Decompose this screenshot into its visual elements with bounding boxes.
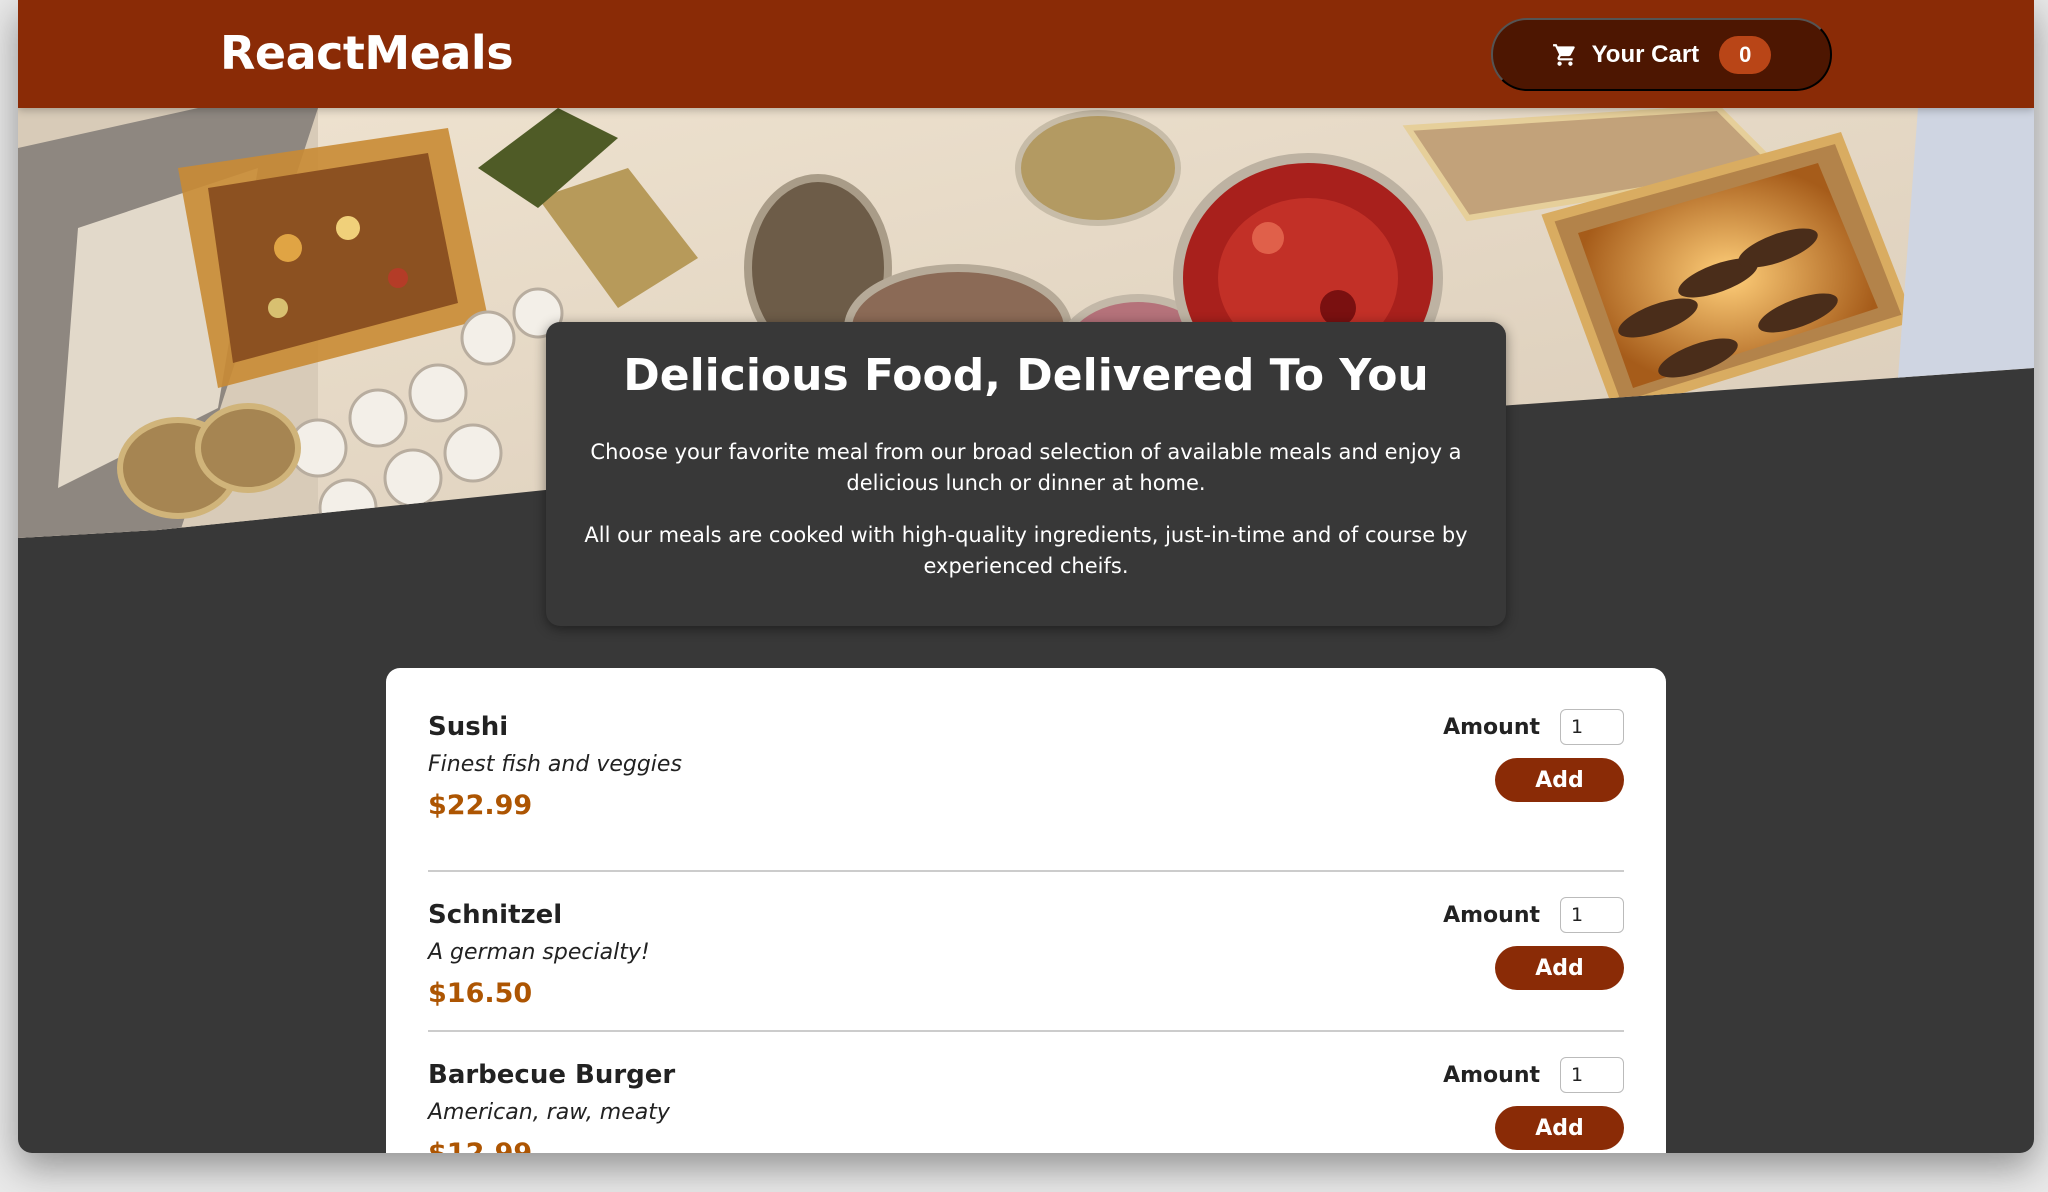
amount-row: Amount — [1443, 709, 1624, 745]
meal-description: A german specialty! — [428, 940, 650, 965]
meal-name: Schnitzel — [428, 900, 563, 930]
meal-price: $12.99 — [428, 1138, 532, 1153]
brand-title: ReactMeals — [220, 26, 514, 80]
amount-input[interactable] — [1560, 897, 1624, 933]
summary-paragraph: All our meals are cooked with high-quali… — [584, 523, 1468, 578]
meal-item: Sushi Finest fish and veggies $22.99 Amo… — [428, 709, 1624, 872]
app-header: ReactMeals Your Cart 0 — [18, 0, 2034, 108]
add-button[interactable]: Add — [1495, 1106, 1624, 1150]
cart-count-badge: 0 — [1719, 35, 1772, 74]
meal-name: Sushi — [428, 712, 509, 742]
amount-label: Amount — [1443, 1062, 1540, 1088]
summary-card: Delicious Food, Delivered To You Choose … — [546, 322, 1506, 626]
meals-list: Sushi Finest fish and veggies $22.99 Amo… — [386, 668, 1666, 1153]
amount-label: Amount — [1443, 902, 1540, 928]
meal-content: Barbecue Burger American, raw, meaty $12… — [428, 1032, 1624, 1153]
meal-item: Barbecue Burger American, raw, meaty $12… — [428, 1032, 1624, 1153]
amount-input[interactable] — [1560, 1057, 1624, 1093]
meal-item: Schnitzel A german specialty! $16.50 Amo… — [428, 872, 1624, 1032]
amount-row: Amount — [1443, 1057, 1624, 1093]
cart-icon — [1552, 43, 1575, 66]
add-button[interactable]: Add — [1495, 946, 1624, 990]
amount-label: Amount — [1443, 714, 1540, 740]
amount-input[interactable] — [1560, 709, 1624, 745]
summary-title: Delicious Food, Delivered To You — [623, 350, 1429, 401]
add-button[interactable]: Add — [1495, 758, 1624, 802]
meal-content: Schnitzel A german specialty! $16.50 Amo… — [428, 872, 1624, 1030]
meal-price: $22.99 — [428, 790, 533, 821]
meal-description: Finest fish and veggies — [428, 752, 682, 777]
app-window: ReactMeals Your Cart 0 Delicious Food, D… — [18, 0, 2034, 1153]
meal-name: Barbecue Burger — [428, 1060, 676, 1090]
meal-description: American, raw, meaty — [428, 1100, 670, 1125]
amount-row: Amount — [1443, 897, 1624, 933]
summary-paragraph: Choose your favorite meal from our broad… — [590, 440, 1462, 495]
meal-price: $16.50 — [428, 978, 533, 1009]
cart-button[interactable]: Your Cart 0 — [1491, 18, 1832, 91]
cart-label: Your Cart — [1591, 40, 1700, 68]
